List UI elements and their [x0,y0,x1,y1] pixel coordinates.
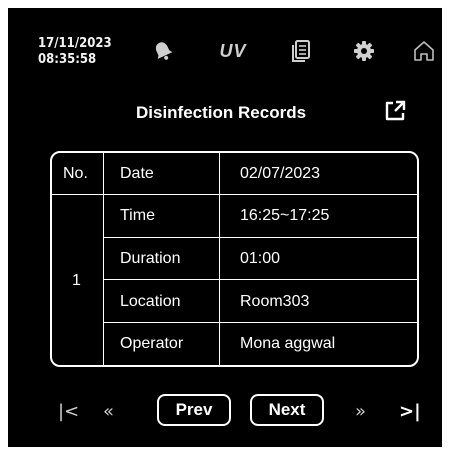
row-label-operator: Operator [120,335,184,352]
row-label-time: Time [120,207,155,224]
home-icon[interactable] [411,38,437,64]
row-label-date: Date [120,165,154,182]
row-value-time: 16:25~17:25 [240,207,330,224]
last-page-button[interactable]: >| [399,401,421,422]
table-divider [52,194,417,195]
next-button[interactable]: Next [250,394,324,426]
uv-icon[interactable]: UV [216,38,250,64]
table-divider [103,237,417,238]
bell-icon[interactable] [150,38,176,64]
export-icon[interactable] [383,99,407,123]
table-divider [103,322,417,323]
first-page-button[interactable]: |< [58,401,79,422]
record-number: 1 [72,272,81,289]
row-value-date: 02/07/2023 [240,165,321,182]
table-divider [219,153,220,365]
row-value-operator: Mona aggwal [240,335,336,352]
row-value-duration: 01:00 [240,250,281,267]
time-text: 08:35:58 [38,52,97,67]
device-screen: 17/11/2023 08:35:58 UV Disinfection Reco… [8,8,442,447]
gear-icon[interactable] [351,38,377,64]
page-title: Disinfection Records [136,103,307,122]
next-fast-button[interactable]: » [355,401,366,422]
records-icon[interactable] [288,38,314,64]
no-header: No. [63,165,88,182]
records-table: No. 1 Date 02/07/2023 Time 16:25~17:25 D… [50,151,419,367]
uv-label: UV [219,40,247,61]
date-text: 17/11/2023 [38,36,112,51]
row-value-location: Room303 [240,293,310,310]
row-label-duration: Duration [120,250,181,267]
row-label-location: Location [120,293,181,310]
prev-button[interactable]: Prev [157,394,231,426]
prev-fast-button[interactable]: « [103,401,114,422]
table-divider [103,153,104,365]
table-divider [103,279,417,280]
datetime-display: 17/11/2023 08:35:58 [38,36,112,68]
